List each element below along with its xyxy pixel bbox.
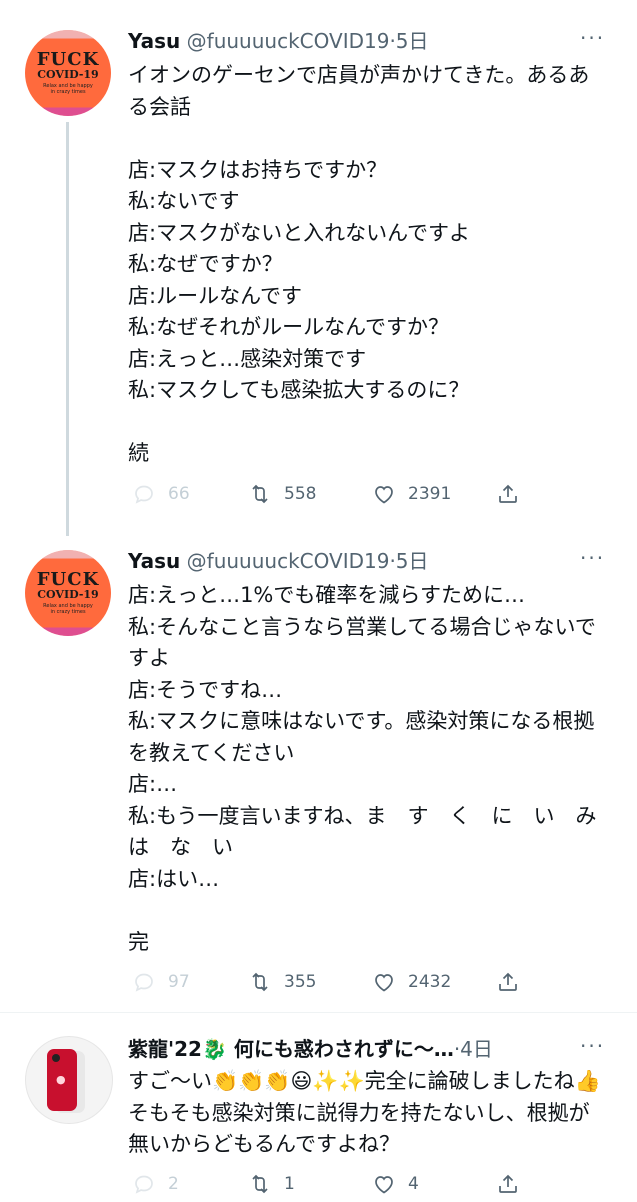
retweet-count: 355 — [284, 972, 317, 992]
share-icon — [499, 484, 517, 503]
tweet-actions: 2 1 4 — [128, 1172, 548, 1202]
display-name[interactable]: Yasu — [128, 549, 180, 573]
tweet-text: 店:えっと…1%でも確率を減らすために… 私:そんなこと言うなら営業してる場合じ… — [128, 583, 597, 954]
tweet-divider — [0, 1012, 637, 1013]
reply-icon — [135, 973, 153, 992]
like-icon — [375, 486, 393, 504]
timestamp[interactable]: ·5日 — [389, 549, 428, 573]
tweet-actions: 66 558 2391 — [128, 482, 548, 512]
retweet-icon — [252, 1174, 268, 1194]
avatar-text-covid: COVID-19 — [37, 588, 99, 601]
tweet-header: Yasu @fuuuuuckCOVID19·5日 — [128, 548, 429, 574]
tweet-2[interactable]: FUCK COVID-19 Relax and be happy in craz… — [0, 540, 637, 1030]
retweet-count: 1 — [284, 1174, 295, 1194]
display-name[interactable]: Yasu — [128, 29, 180, 53]
avatar[interactable]: ● — [25, 1036, 113, 1124]
retweet-button[interactable]: 1 — [248, 1172, 295, 1196]
avatar-text-covid: COVID-19 — [37, 68, 99, 81]
reply-button[interactable]: 97 — [132, 970, 190, 994]
reply-icon — [135, 1175, 153, 1194]
retweet-icon — [252, 972, 268, 992]
tweet-header: 紫龍'22🐉 何にも惑わされずに〜…·4日 — [128, 1036, 493, 1062]
like-count: 2391 — [408, 484, 452, 504]
avatar-text-fuck: FUCK — [36, 569, 100, 590]
like-button[interactable]: 2391 — [372, 482, 451, 506]
avatar[interactable]: FUCK COVID-19 Relax and be happy in craz… — [25, 30, 111, 116]
timestamp[interactable]: ·5日 — [389, 29, 428, 53]
reply-icon — [135, 485, 153, 504]
tweet-text: すご〜い👏👏👏😃✨✨完全に論破しましたね👍そもそも感染対策に説得力を持たないし、… — [128, 1069, 601, 1156]
timestamp[interactable]: ·4日 — [454, 1037, 493, 1061]
like-icon — [375, 1176, 393, 1194]
tweet-1[interactable]: FUCK COVID-19 Relax and be happy in craz… — [0, 0, 637, 540]
avatar-text-fuck: FUCK — [36, 49, 100, 70]
user-handle[interactable]: @fuuuuuckCOVID19 — [187, 549, 390, 573]
tweet-3[interactable]: ● 紫龍'22🐉 何にも惑わされずに〜…·4日 ··· すご〜い👏👏👏😃✨✨完全… — [0, 1030, 637, 1200]
share-button[interactable] — [496, 482, 532, 506]
like-icon — [375, 974, 393, 992]
reply-button[interactable]: 2 — [132, 1172, 179, 1196]
more-options-icon[interactable]: ··· — [580, 1034, 605, 1058]
reply-count: 66 — [168, 484, 190, 504]
more-options-icon[interactable]: ··· — [580, 26, 605, 50]
display-name[interactable]: 紫龍'22🐉 何にも惑わされずに〜… — [128, 1037, 454, 1061]
tweet-header: Yasu @fuuuuuckCOVID19·5日 — [128, 28, 429, 54]
avatar-text-tagline: Relax and be happy in crazy times — [43, 603, 93, 615]
phone-camera — [52, 1054, 60, 1062]
retweet-button[interactable]: 558 — [248, 482, 316, 506]
user-handle[interactable]: @fuuuuuckCOVID19 — [187, 29, 390, 53]
like-button[interactable]: 4 — [372, 1172, 419, 1196]
retweet-icon — [252, 484, 268, 504]
tweet-actions: 97 355 2432 — [128, 970, 548, 1000]
retweet-count: 558 — [284, 484, 317, 504]
retweet-button[interactable]: 355 — [248, 970, 316, 994]
share-button[interactable] — [496, 1172, 532, 1196]
like-count: 2432 — [408, 972, 452, 992]
avatar[interactable]: FUCK COVID-19 Relax and be happy in craz… — [25, 550, 111, 636]
avatar-text-tagline: Relax and be happy in crazy times — [43, 83, 93, 95]
tweet-text: イオンのゲーセンで店員が声かけてきた。あるある会話 店:マスクはお持ちですか？ … — [128, 63, 590, 465]
more-options-icon[interactable]: ··· — [580, 546, 605, 570]
share-icon — [499, 972, 517, 991]
share-button[interactable] — [496, 970, 532, 994]
reply-count: 2 — [168, 1174, 179, 1194]
reply-count: 97 — [168, 972, 190, 992]
apple-logo-icon: ● — [56, 1073, 66, 1086]
reply-button[interactable]: 66 — [132, 482, 190, 506]
share-icon — [499, 1174, 517, 1193]
like-count: 4 — [408, 1174, 419, 1194]
like-button[interactable]: 2432 — [372, 970, 451, 994]
